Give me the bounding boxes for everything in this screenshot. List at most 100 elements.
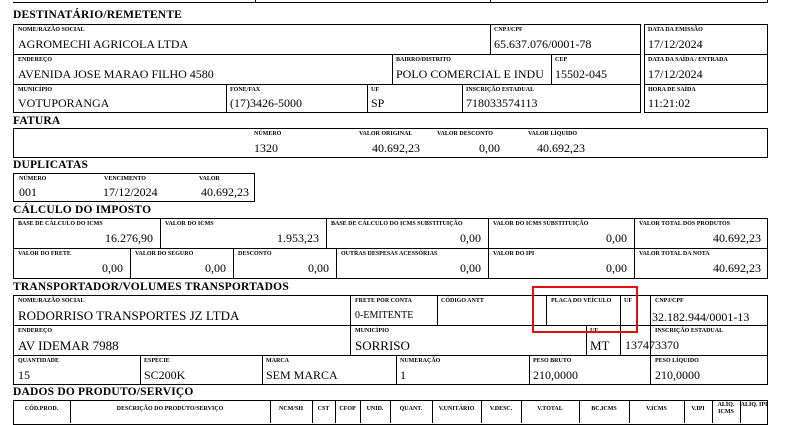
calculo-label: VALOR DO ICMS SUBSTITUIÇÃO [493,221,589,227]
frete-value: 0-EMITENTE [355,310,414,321]
calculo-value: 0,00 [606,231,627,245]
produtos-header-cell: V.DESC. [489,406,513,412]
calculo-value: 40.692,23 [713,261,761,275]
section-calculo: CÁLCULO DO IMPOSTO [13,204,152,216]
nome-value: AGROMECHI AGRICOLA LTDA [18,37,189,51]
fatura-numero-label: NÚMERO [254,131,282,137]
calculo-value: 1.953,23 [277,231,319,245]
produtos-header-cell: V.TOTAL [537,406,563,412]
col-divider [130,248,131,278]
col-divider [367,84,368,113]
marca-value: SEM MARCA [266,368,338,382]
row-divider [13,248,768,249]
fone-value: (17)3426-5000 [230,96,302,110]
row-divider [13,325,768,326]
produtos-header-cell: DESCRIÇÃO DO PRODUTO/SERVIÇO [116,406,224,412]
top-divider [255,0,256,3]
produtos-header-cell: CÓD.PROD. [24,406,59,412]
col-divider [226,84,227,113]
transp-cnpj-label: CNPJ/CPF [655,298,684,304]
transp-cnpj-value: 32.182.944/0001-13 [652,310,750,324]
section-transportador: TRANSPORTADOR/VOLUMES TRANSPORTADOS [13,281,289,293]
cep-value: 15502-045 [555,67,607,81]
bairro-value: POLO COMERCIAL E INDU [396,67,544,81]
calculo-label: VALOR TOTAL DOS PRODUTOS [639,221,730,227]
col-divider [488,248,489,278]
fone-label: FONE/FAX [230,87,261,93]
row-divider [644,84,768,85]
dup-vencimento-label: VENCIMENTO [104,176,146,182]
top-divider [490,0,491,3]
ie-value: 718033574113 [466,96,538,110]
row-divider [13,54,641,55]
quantidade-label: QUANTIDADE [18,358,60,364]
produtos-header-cell: ALÍQ. ICMS [717,402,735,415]
dup-valor-value: 40.692,23 [201,185,249,199]
frete-label: FRETE POR CONTA [355,298,412,304]
fatura-original-value: 40.692,23 [372,141,420,155]
municipio-value: VOTUPORANGA [18,96,110,110]
emissao-label: DATA DA EMISSÃO [648,27,703,33]
row-divider [644,54,768,55]
col-divider [490,24,491,54]
produtos-header-cell: V.IPI [691,406,705,412]
numeracao-value: 1 [400,368,406,382]
saida-value: 17/12/2024 [648,67,703,81]
dup-numero-value: 001 [19,185,37,199]
calculo-label: OUTRAS DESPESAS ACESSÓRIAS [341,251,438,257]
peso-liquido-label: PESO LÍQUIDO [655,358,699,364]
ie-label: INSCRIÇÃO ESTADUAL [466,87,535,93]
col-divider [350,325,351,355]
calculo-label: DESCONTO [238,251,272,257]
col-divider [634,248,635,278]
produtos-header-cell: CST [317,406,330,412]
row-divider [13,355,768,356]
calculo-label: VALOR DO ICMS [165,221,214,227]
col-divider [336,248,337,278]
calculo-label: VALOR DO FRETE [18,251,71,257]
dup-valor-label: VALOR [199,176,220,182]
transp-uf2-value: MT [590,338,610,353]
col-divider [160,218,161,248]
calculo-label: VALOR TOTAL DA NOTA [639,251,710,257]
calculo-value: 0,00 [606,261,627,275]
col-divider [551,54,552,84]
col-divider [392,54,393,84]
calculo-value: 40.692,23 [713,231,761,245]
col-divider [350,295,351,325]
produtos-header-cell: V.ICMS [646,406,667,412]
top-border [13,2,768,3]
fatura-desconto-label: VALOR DESCONTO [437,131,493,137]
col-divider [262,355,263,385]
produtos-header-cell: BC.ICMS [591,406,617,412]
bairro-label: BAIRRO/DISTRITO [396,57,451,63]
peso-liquido-value: 210,0000 [655,368,700,382]
transp-nome-label: NOME/RAZÃO SOCIAL [18,298,85,304]
fatura-original-label: VALOR ORIGINAL [359,131,413,137]
produtos-header-cell: CFOP [339,406,356,412]
transp-endereco-label: ENDEREÇO [18,328,53,334]
especie-label: ESPÉCIE [144,358,170,364]
col-divider [529,355,530,385]
col-divider [437,295,438,325]
calculo-label: BASE DE CÁLCULO DO ICMS SUBSTITUIÇÃO [331,221,463,227]
transp-nome-value: RODORRISO TRANSPORTES JZ LTDA [18,308,240,323]
col-divider [634,218,635,248]
cep-label: CEP [555,57,567,63]
col-divider [140,355,141,385]
section-produtos: DADOS DO PRODUTO/SERVIÇO [13,386,194,398]
produtos-header-cell: V.UNITÁRIO [438,406,475,412]
endereco-label: ENDEREÇO [18,57,53,63]
uf-label: UF [371,87,379,93]
hora-value: 11:21:02 [648,96,691,110]
especie-value: SC200K [144,368,186,382]
placa-highlight [532,286,638,333]
dup-numero-label: NÚMERO [19,176,47,182]
emissao-value: 17/12/2024 [648,37,703,51]
saida-label: DATA DA SAÍDA / ENTRADA [648,57,728,63]
top-divider [767,0,768,3]
uf-value: SP [371,96,385,110]
col-divider [396,355,397,385]
transp-ie-value: 137473370 [625,338,679,352]
col-divider [488,218,489,248]
